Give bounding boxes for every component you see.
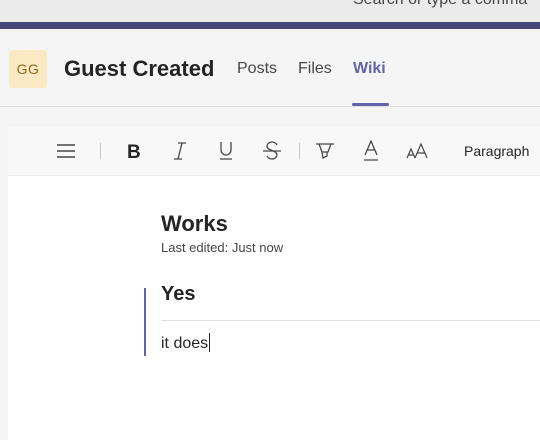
toolbar-separator — [299, 143, 300, 159]
menu-icon[interactable] — [54, 127, 78, 175]
team-name: Guest Created — [64, 56, 215, 81]
svg-text:B: B — [127, 142, 141, 160]
section-divider — [161, 320, 540, 321]
strikethrough-icon[interactable] — [260, 127, 284, 175]
section-heading[interactable]: Yes — [161, 283, 195, 306]
section-body-text[interactable]: it does — [161, 335, 208, 352]
font-color-icon[interactable] — [359, 127, 383, 175]
underline-icon[interactable] — [214, 127, 238, 175]
section-body[interactable]: it does — [161, 333, 211, 353]
formatting-toolbar: B Paragraph — [8, 127, 540, 176]
paragraph-label: Paragraph — [464, 143, 530, 159]
paragraph-style-dropdown[interactable]: Paragraph — [464, 127, 540, 175]
tab-files[interactable]: Files — [298, 60, 332, 78]
bold-icon[interactable]: B — [122, 127, 146, 175]
page-title[interactable]: Works — [161, 211, 228, 237]
app-accent-bar — [0, 22, 540, 29]
tab-wiki[interactable]: Wiki — [353, 60, 386, 78]
section-focus-bar — [144, 288, 146, 356]
wiki-page: B Paragraph Works Last edited: Just now … — [8, 127, 540, 440]
highlight-icon[interactable] — [313, 127, 337, 175]
top-bar: Search or type a comma — [0, 0, 540, 22]
wiki-content: Works Last edited: Just now Yes it does — [8, 175, 540, 440]
search-box[interactable]: Search or type a comma — [353, 0, 527, 9]
toolbar-separator — [100, 143, 101, 159]
channel-header: GG Guest Created Posts Files Wiki — [0, 29, 540, 106]
last-edited-text: Last edited: Just now — [161, 240, 284, 255]
italic-icon[interactable] — [168, 127, 192, 175]
header-divider — [0, 106, 540, 107]
font-size-icon[interactable] — [405, 127, 429, 175]
team-avatar[interactable]: GG — [9, 50, 47, 88]
text-cursor — [209, 333, 211, 352]
tab-posts[interactable]: Posts — [237, 60, 277, 78]
